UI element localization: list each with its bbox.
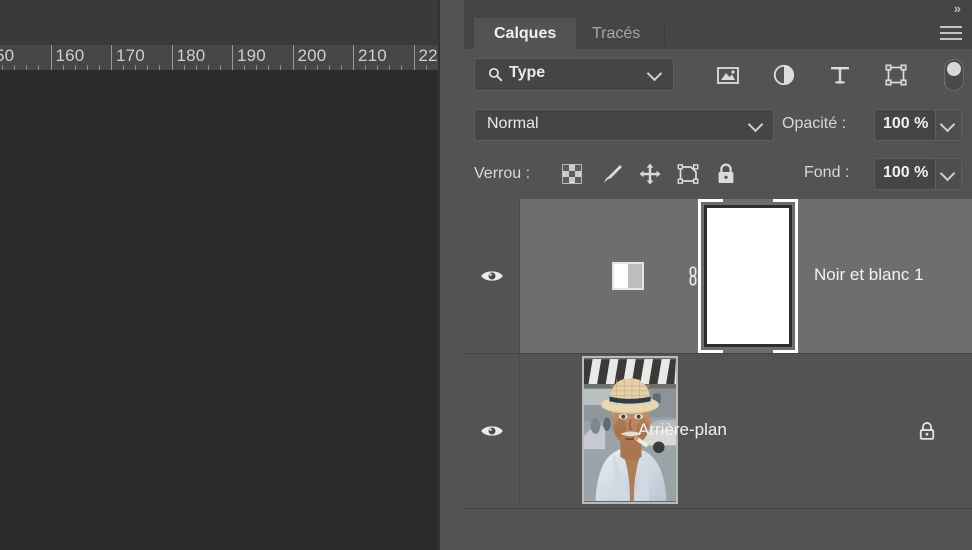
ruler-major-tick [171, 45, 173, 70]
ruler-major-tick [292, 45, 294, 70]
shape-layer-filter-icon[interactable] [884, 63, 908, 87]
tab-calques[interactable]: Calques [474, 18, 577, 49]
horizontal-ruler[interactable]: 50 160 170 180 190 200 210 22 [0, 45, 438, 71]
lock-artboard-icon[interactable] [676, 162, 700, 186]
opacity-stepper[interactable] [936, 109, 962, 141]
table-row[interactable]: Arrière-plan [464, 354, 972, 509]
panel-collapse-bar[interactable]: » [464, 0, 972, 18]
hamburger-menu-icon[interactable] [940, 26, 962, 42]
mask-selection-edge-right [795, 221, 798, 331]
layer-mask-white [704, 205, 792, 347]
eye-icon[interactable] [480, 423, 504, 439]
ruler-label: 210 [358, 46, 387, 65]
chevron-down-icon [646, 65, 663, 82]
chevron-down-icon [939, 116, 956, 133]
lock-all-icon[interactable] [714, 162, 738, 186]
lock-row: Verrou : Fond: 100 % [464, 149, 972, 199]
ruler-major-tick [50, 45, 52, 70]
ruler-label: 190 [237, 46, 266, 65]
opacity-value: 100 % [883, 115, 929, 132]
ruler-label: 200 [297, 46, 327, 65]
ruler-label: 180 [176, 46, 206, 65]
type-layer-filter-icon[interactable] [828, 63, 852, 87]
filter-type-select[interactable]: Type [474, 58, 674, 91]
canvas[interactable] [0, 70, 438, 550]
opacity-label: Opacité : [782, 115, 847, 132]
fill-input[interactable]: 100 % [874, 158, 936, 190]
eye-icon[interactable] [480, 268, 504, 284]
mask-selection-bracket-tl [698, 199, 723, 224]
ruler-label: 22 [418, 46, 438, 65]
ruler-major-tick [111, 45, 112, 70]
layer-mask-thumbnail[interactable] [698, 199, 798, 353]
lock-transparency-icon[interactable] [560, 162, 584, 186]
layer-list: Noir et blanc 1 Arrière-plan [464, 199, 972, 550]
ruler-label: 50 [0, 46, 15, 65]
layer-row-body[interactable]: Noir et blanc 1 [520, 199, 972, 353]
adjustment-layer-thumbnail[interactable] [612, 262, 644, 290]
chevron-down-icon [939, 165, 956, 182]
adjustment-thumbnail-white-half [614, 264, 628, 288]
panel-tab-strip: Calques Tracés [464, 18, 972, 50]
blend-mode-select[interactable]: Normal [474, 109, 774, 141]
layer-name[interactable]: Noir et blanc 1 [814, 265, 924, 285]
layer-row-body[interactable]: Arrière-plan [520, 354, 972, 508]
mask-selection-bracket-bl [698, 328, 723, 353]
panel-divider [438, 0, 440, 550]
chevron-down-icon [747, 116, 764, 133]
opacity-input[interactable]: 100 % [874, 109, 936, 141]
tab-traces[interactable]: Tracés [572, 18, 660, 49]
ruler-major-tick [413, 45, 415, 70]
search-icon [488, 67, 503, 82]
layer-visibility-column [464, 354, 520, 508]
pixel-layer-filter-icon[interactable] [716, 63, 740, 87]
double-chevron-right-icon[interactable]: » [954, 1, 961, 16]
ruler-label: 170 [116, 46, 145, 65]
ruler-major-tick [353, 45, 354, 70]
filter-enable-toggle[interactable] [944, 59, 964, 91]
table-row[interactable]: Noir et blanc 1 [464, 199, 972, 354]
tab-traces-label: Tracés [592, 25, 641, 42]
document-area: 50 160 170 180 190 200 210 22 [0, 0, 438, 550]
layer-filter-row: Type [464, 49, 972, 101]
fill-value: 100 % [883, 164, 929, 181]
lock-position-icon[interactable] [638, 162, 662, 186]
fill-stepper[interactable] [936, 158, 962, 190]
layer-visibility-column [464, 199, 520, 353]
lock-label: Verrou : [474, 165, 531, 182]
layers-panel: » Calques Tracés Type Normal Opacité: 1… [464, 0, 972, 550]
adjustment-layer-filter-icon[interactable] [772, 63, 796, 87]
photoshop-window: 50 160 170 180 190 200 210 22 » Calques Tracés [0, 0, 972, 550]
filter-type-value: Type [509, 64, 546, 81]
filter-toggle-knob [947, 62, 961, 76]
lock-image-pixels-icon[interactable] [600, 162, 624, 186]
document-topbar [0, 0, 438, 45]
panel-gutter [438, 0, 464, 550]
blend-mode-value: Normal [487, 115, 539, 132]
mask-selection-bracket-br [773, 328, 798, 353]
tab-separator [664, 22, 665, 45]
fill-label: Fond : [804, 164, 850, 181]
tab-calques-label: Calques [494, 25, 557, 42]
ruler-label: 160 [55, 46, 85, 65]
layer-name[interactable]: Arrière-plan [638, 420, 727, 440]
lock-icon [919, 422, 935, 440]
blend-mode-row: Normal Opacité : 100 % [464, 101, 972, 149]
ruler-major-tick [232, 45, 233, 70]
mask-selection-edge-left [698, 221, 701, 331]
